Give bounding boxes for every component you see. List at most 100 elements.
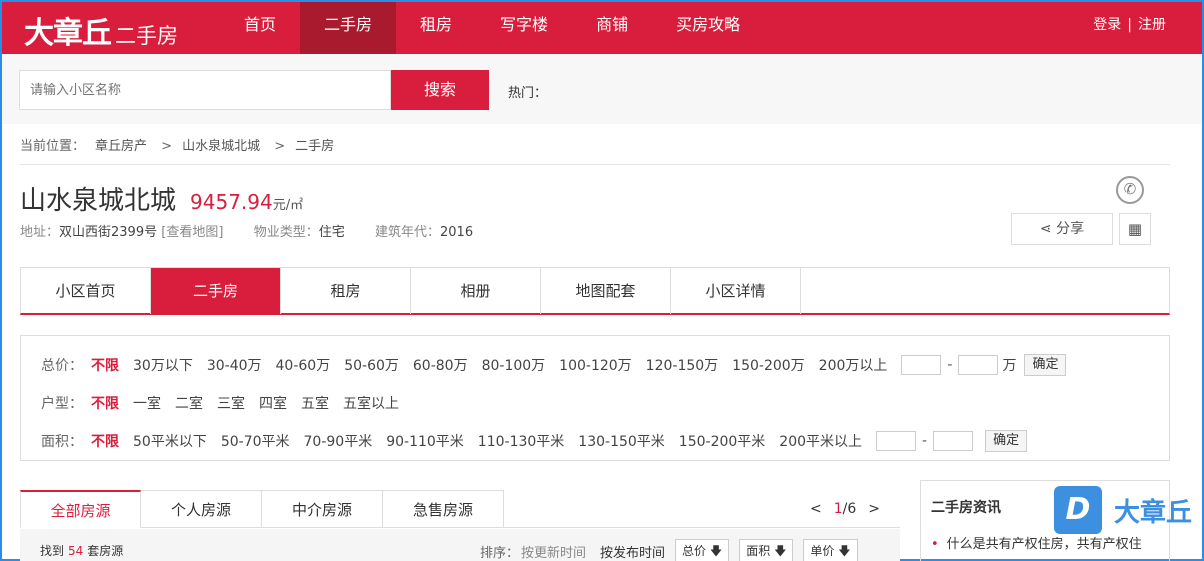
filter-option[interactable]: 三室	[217, 393, 245, 413]
logo-sub-text: 二手房	[115, 24, 178, 48]
arrow-down-icon: 🡇	[774, 544, 787, 558]
watermark: D 大章丘	[1054, 486, 1192, 534]
community-tabs: 小区首页 二手房 租房 相册 地图配套 小区详情	[20, 267, 1170, 315]
filter-option[interactable]: 80-100万	[482, 355, 546, 375]
filter-option[interactable]: 150-200万	[732, 355, 805, 375]
filter-option[interactable]: 五室以上	[343, 393, 399, 413]
news-text: 什么是共有产权住房，共有产权住	[946, 537, 1142, 552]
tab-urgent-listings[interactable]: 急售房源	[383, 490, 504, 528]
filter-option[interactable]: 一室	[133, 393, 161, 413]
filter-option[interactable]: 二室	[175, 393, 203, 413]
nav-shops[interactable]: 商铺	[572, 2, 652, 54]
nav-guide[interactable]: 买房攻略	[652, 2, 764, 54]
breadcrumb-item[interactable]: 二手房	[295, 139, 334, 154]
filter-option[interactable]: 60-80万	[413, 355, 468, 375]
filter-option[interactable]: 110-130平米	[478, 431, 565, 451]
logo-main-text: 大章丘	[24, 16, 112, 51]
filter-option[interactable]: 不限	[91, 355, 119, 375]
filter-option[interactable]: 90-110平米	[386, 431, 464, 451]
login-link[interactable]: 登录	[1093, 17, 1121, 33]
next-page-button[interactable]: >	[868, 501, 880, 517]
filter-option[interactable]: 不限	[91, 393, 119, 413]
tab-second-hand[interactable]: 二手房	[151, 268, 281, 314]
range-dash: -	[922, 433, 928, 449]
breadcrumb-prefix: 当前位置：	[20, 139, 86, 154]
filter-label: 面积：	[41, 434, 83, 450]
avg-price: 9457.94	[190, 190, 273, 214]
sort-by-update[interactable]: 按更新时间	[521, 542, 586, 561]
result-bar: 找到 54 套房源 排序： 按更新时间 按发布时间 总价 🡇 面积 🡇 单价 🡇	[20, 529, 900, 561]
view-map-link[interactable]: [查看地图]	[161, 225, 223, 240]
nav-rent[interactable]: 租房	[396, 2, 476, 54]
filter-option[interactable]: 30万以下	[133, 355, 193, 375]
site-logo[interactable]: 大章丘 二手房	[24, 8, 178, 51]
tab-details[interactable]: 小区详情	[671, 268, 801, 314]
sort-unit-price-button[interactable]: 单价 🡇	[803, 539, 858, 561]
breadcrumb: 当前位置： 章丘房产 > 山水泉城北城 > 二手房	[20, 135, 1170, 165]
filter-option[interactable]: 200平米以上	[779, 431, 862, 451]
tab-rent[interactable]: 租房	[281, 268, 411, 314]
arrow-down-icon: 🡇	[709, 544, 723, 558]
total-pages: 6	[847, 501, 857, 517]
breadcrumb-arrow: >	[274, 139, 286, 154]
filter-option[interactable]: 30-40万	[207, 355, 262, 375]
news-item[interactable]: • 什么是共有产权住房，共有产权住	[931, 533, 1142, 552]
watermark-text: 大章丘	[1114, 497, 1193, 528]
sort-area-button[interactable]: 面积 🡇	[739, 539, 794, 561]
filter-option[interactable]: 120-150万	[646, 355, 719, 375]
watermark-logo-icon: D	[1054, 486, 1102, 534]
filter-option[interactable]: 五室	[301, 393, 329, 413]
filter-option[interactable]: 150-200平米	[679, 431, 766, 451]
price-max-input[interactable]	[958, 355, 999, 375]
price-unit: 元/㎡	[272, 198, 304, 213]
sort-by-publish[interactable]: 按发布时间	[600, 542, 665, 561]
tab-album[interactable]: 相册	[411, 268, 541, 314]
share-button[interactable]: ⋖ 分享	[1011, 213, 1113, 245]
search-button[interactable]: 搜索	[391, 70, 489, 110]
qr-code-icon[interactable]: ▦	[1119, 213, 1151, 245]
prev-page-button[interactable]: <	[810, 501, 822, 517]
current-page: 1	[833, 501, 843, 517]
register-link[interactable]: 注册	[1138, 17, 1166, 33]
filter-option[interactable]: 70-90平米	[304, 431, 373, 451]
area-filter-row: 面积： 不限 50平米以下 50-70平米 70-90平米 90-110平米 1…	[41, 430, 1028, 452]
address-value: 双山西街2399号	[59, 225, 158, 240]
price-confirm-button[interactable]: 确定	[1024, 354, 1067, 376]
filter-option[interactable]: 200万以上	[819, 355, 888, 375]
auth-links: 登录 | 注册	[1093, 2, 1166, 48]
phone-icon[interactable]: ✆	[1116, 176, 1144, 204]
area-confirm-button[interactable]: 确定	[985, 430, 1028, 452]
search-input[interactable]	[19, 70, 391, 110]
filter-option[interactable]: 四室	[259, 393, 287, 413]
tab-all-listings[interactable]: 全部房源	[20, 490, 141, 528]
breadcrumb-item[interactable]: 章丘房产	[95, 139, 147, 154]
breadcrumb-item[interactable]: 山水泉城北城	[182, 139, 260, 154]
sort-total-price-button[interactable]: 总价 🡇	[675, 539, 730, 561]
tab-personal-listings[interactable]: 个人房源	[141, 490, 262, 528]
search-bar: 搜索 热门：	[2, 54, 1202, 124]
filter-option[interactable]: 100-120万	[559, 355, 632, 375]
tab-community-home[interactable]: 小区首页	[21, 268, 151, 314]
auth-separator: |	[1127, 17, 1132, 33]
nav-office[interactable]: 写字楼	[476, 2, 572, 54]
community-info: 地址：双山西街2399号 [查看地图] 物业类型：住宅 建筑年代：2016	[20, 221, 473, 240]
tab-agency-listings[interactable]: 中介房源	[262, 490, 383, 528]
filter-option[interactable]: 50-70平米	[221, 431, 290, 451]
filter-option[interactable]: 40-60万	[276, 355, 331, 375]
price-min-input[interactable]	[901, 355, 942, 375]
filter-option[interactable]: 50-60万	[344, 355, 399, 375]
nav-home[interactable]: 首页	[220, 2, 300, 54]
area-max-input[interactable]	[933, 431, 974, 451]
filter-option[interactable]: 130-150平米	[578, 431, 665, 451]
sort-label: 排序：	[480, 545, 520, 561]
area-min-input[interactable]	[876, 431, 917, 451]
address-label: 地址：	[20, 225, 60, 240]
tab-map[interactable]: 地图配套	[541, 268, 671, 314]
filter-option[interactable]: 50平米以下	[133, 431, 207, 451]
range-dash: -	[947, 357, 953, 373]
nav-second-hand[interactable]: 二手房	[300, 2, 397, 54]
filter-option[interactable]: 不限	[91, 431, 119, 451]
community-title-block: 山水泉城北城 9457.94元/㎡	[20, 180, 303, 217]
share-icon: ⋖	[1039, 221, 1052, 237]
listing-tabs: 全部房源 个人房源 中介房源 急售房源	[20, 490, 506, 528]
